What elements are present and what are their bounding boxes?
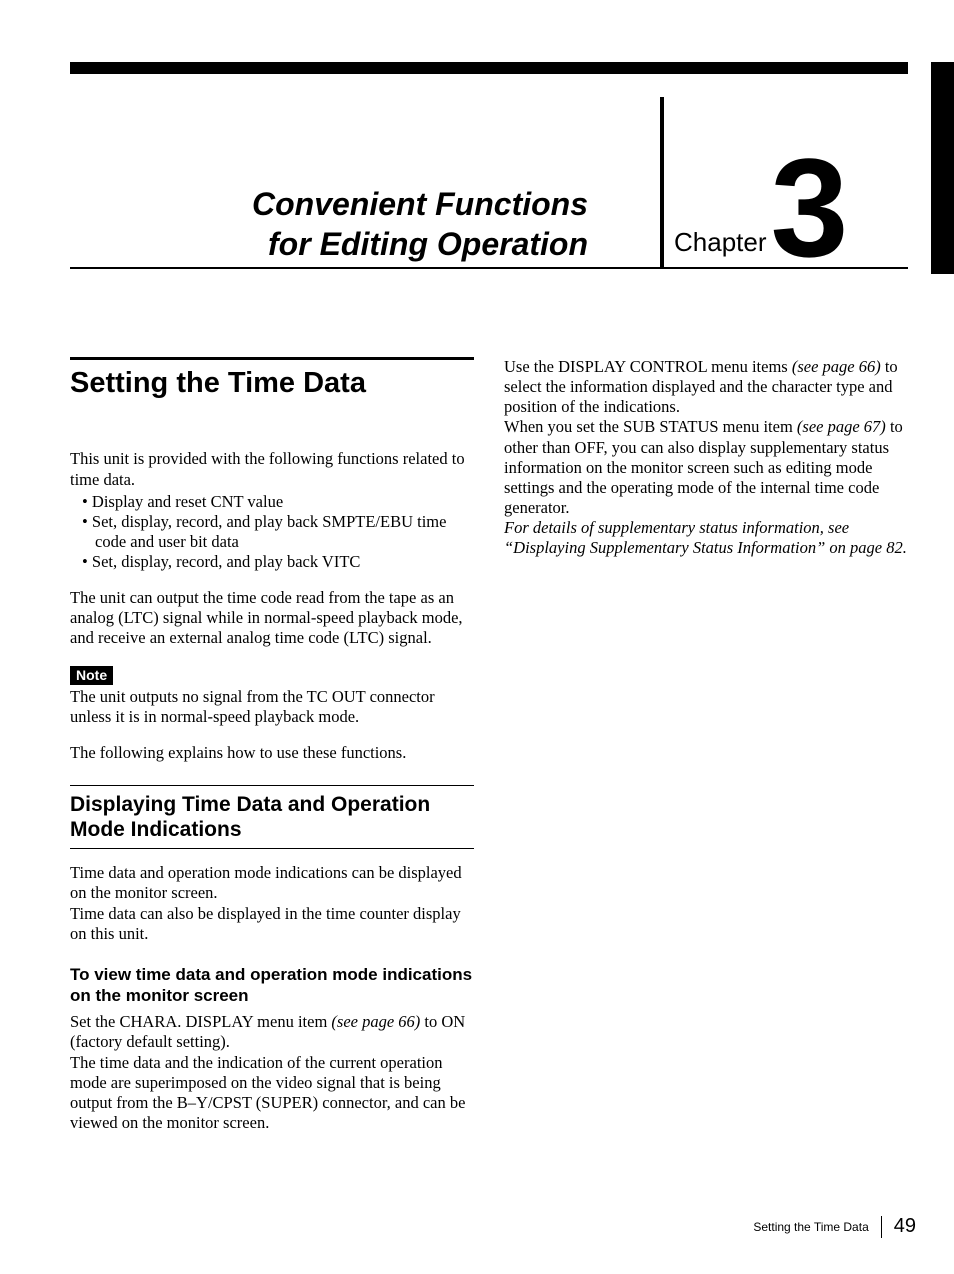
footer-title: Setting the Time Data: [753, 1216, 881, 1238]
paragraph: The time data and the indication of the …: [70, 1053, 474, 1134]
page: Convenient Functions for Editing Operati…: [0, 0, 954, 1133]
cross-reference: For details of supplementary status info…: [504, 518, 908, 558]
list-item: Set, display, record, and play back VITC: [82, 552, 474, 572]
chapter-title-line2: for Editing Operation: [268, 226, 588, 262]
note-badge: Note: [70, 666, 113, 685]
footer: Setting the Time Data 49: [753, 1215, 916, 1238]
chapter-word: Chapter: [674, 227, 767, 267]
subsubsection-heading: To view time data and operation mode ind…: [70, 964, 474, 1007]
paragraph: Use the DISPLAY CONTROL menu items (see …: [504, 357, 908, 417]
page-ref: (see page 66): [331, 1012, 420, 1031]
paragraph: Set the CHARA. DISPLAY menu item (see pa…: [70, 1012, 474, 1052]
top-black-bar: [70, 62, 908, 74]
subsection-heading-wrap: Displaying Time Data and Operation Mode …: [70, 786, 474, 849]
page-ref: (see page 66): [792, 357, 881, 376]
page-ref: (see page 67): [797, 417, 886, 436]
chapter-number: 3: [771, 148, 845, 267]
bullet-list: Display and reset CNT value Set, display…: [70, 492, 474, 573]
paragraph: Time data and operation mode indications…: [70, 863, 474, 903]
side-tab: [931, 62, 954, 274]
text-run: When you set the SUB STATUS menu item: [504, 417, 797, 436]
chapter-title: Convenient Functions for Editing Operati…: [252, 184, 588, 264]
note-block: Note The unit outputs no signal from the…: [70, 665, 474, 727]
section-heading: Setting the Time Data: [70, 366, 474, 401]
right-column: Use the DISPLAY CONTROL menu items (see …: [504, 357, 908, 1133]
text-run: Set the CHARA. DISPLAY menu item: [70, 1012, 331, 1031]
paragraph: Time data can also be displayed in the t…: [70, 904, 474, 944]
chapter-divider: [660, 97, 664, 267]
content-columns: Setting the Time Data This unit is provi…: [70, 357, 908, 1133]
section-rule: [70, 357, 474, 360]
text-run: Use the DISPLAY CONTROL menu items: [504, 357, 792, 376]
footer-page-number: 49: [882, 1215, 916, 1238]
list-item: Set, display, record, and play back SMPT…: [82, 512, 474, 552]
paragraph: When you set the SUB STATUS menu item (s…: [504, 417, 908, 518]
chapter-header: Convenient Functions for Editing Operati…: [70, 74, 908, 269]
list-item: Display and reset CNT value: [82, 492, 474, 512]
paragraph: The unit can output the time code read f…: [70, 588, 474, 648]
left-column: Setting the Time Data This unit is provi…: [70, 357, 474, 1133]
intro-paragraph: This unit is provided with the following…: [70, 449, 474, 489]
paragraph: The following explains how to use these …: [70, 743, 474, 763]
chapter-label-block: Chapter 3: [660, 92, 844, 267]
note-body: The unit outputs no signal from the TC O…: [70, 687, 474, 727]
chapter-title-line1: Convenient Functions: [252, 186, 588, 222]
subsection-heading: Displaying Time Data and Operation Mode …: [70, 786, 474, 842]
